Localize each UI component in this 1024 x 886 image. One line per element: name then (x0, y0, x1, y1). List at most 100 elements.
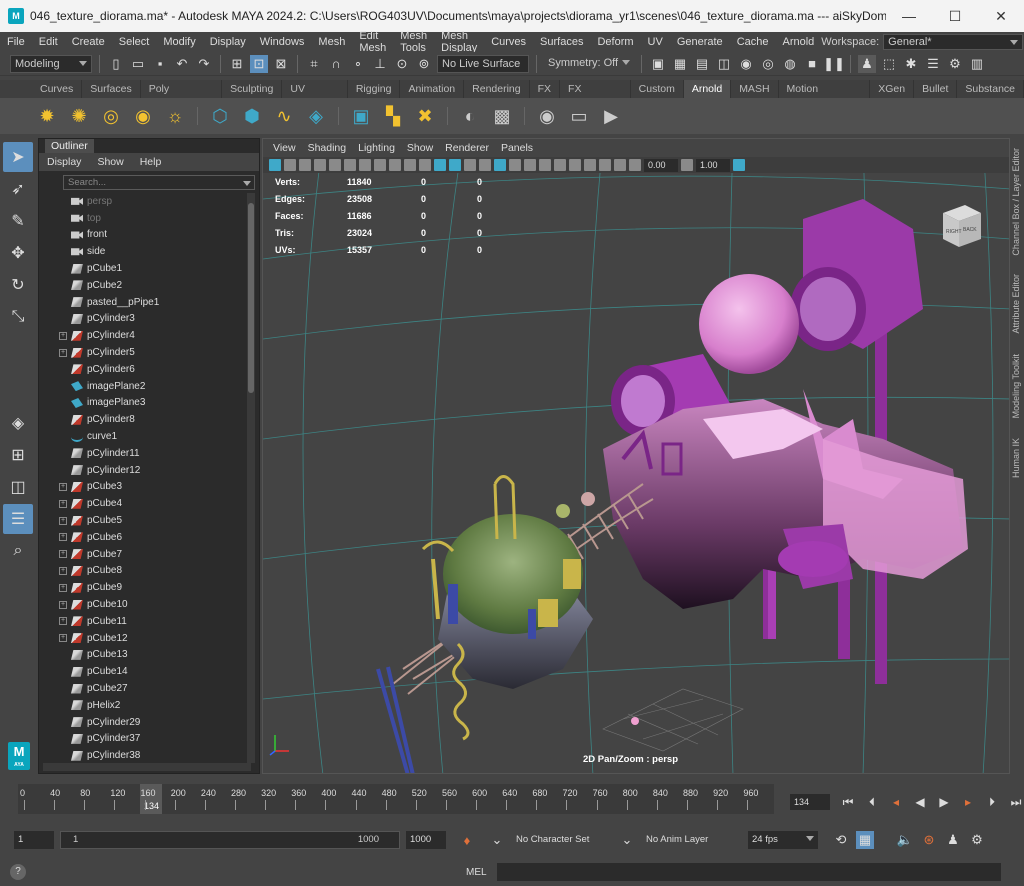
workspace-dropdown[interactable]: General* (883, 34, 1024, 50)
outliner-item[interactable]: + pCube3 (39, 479, 247, 496)
lasso-tool-icon[interactable]: ➶ (3, 174, 33, 204)
outliner-item[interactable]: pCube27 (39, 680, 247, 697)
expand-icon[interactable]: + (59, 550, 67, 559)
outliner-item[interactable]: pCylinder29 (39, 714, 247, 731)
mesh-light-icon[interactable]: ✺ (66, 103, 92, 129)
expand-icon[interactable]: + (59, 499, 67, 508)
xray-icon[interactable] (584, 159, 596, 171)
snap-grid-icon[interactable]: ⌗ (305, 55, 323, 73)
outliner-tab[interactable]: Outliner (45, 139, 94, 153)
outliner-item[interactable]: pCylinder8 (39, 411, 247, 428)
gamma-field[interactable]: 1.00 (696, 158, 730, 172)
shelf-tab-animation[interactable]: Animation (400, 80, 465, 98)
animation-start-field[interactable]: 1 (14, 831, 54, 849)
outliner-item[interactable]: + pCube11 (39, 613, 247, 630)
render-icon[interactable]: ▣ (348, 103, 374, 129)
go-to-start-icon[interactable]: ⏮ (838, 792, 858, 812)
select-camera-icon[interactable] (269, 159, 281, 171)
shelf-tab-sculpting[interactable]: Sculpting (222, 80, 283, 98)
shelf-tab-arnold[interactable]: Arnold (683, 80, 732, 98)
current-frame-field[interactable]: 134 (790, 794, 830, 810)
scale-tool-icon[interactable]: ⤡ (3, 302, 33, 332)
expand-icon[interactable]: + (59, 583, 67, 592)
wireframe-on-shaded-icon[interactable] (449, 159, 461, 171)
play-icon[interactable]: ▶ (598, 103, 624, 129)
menu-windows[interactable]: Windows (253, 36, 312, 48)
render-frame-icon[interactable]: ▣ (649, 55, 667, 73)
outliner-item[interactable]: pCylinder3 (39, 311, 247, 328)
snap-surface-icon[interactable]: ⊙ (393, 55, 411, 73)
help-icon[interactable]: ? (10, 864, 26, 880)
render-view-icon[interactable]: ▭ (566, 103, 592, 129)
modeling-toolkit-icon[interactable]: ⬚ (880, 55, 898, 73)
expand-icon[interactable]: + (59, 617, 67, 626)
color-management-icon[interactable] (733, 159, 745, 171)
viewport-menu-lighting[interactable]: Lighting (352, 142, 401, 154)
outliner-item[interactable]: pCube2 (39, 277, 247, 294)
step-forward-key-icon[interactable]: ⏵ (982, 792, 1002, 812)
outliner-item[interactable]: + pCylinder4 (39, 327, 247, 344)
outliner-item[interactable]: pCube14 (39, 663, 247, 680)
tool-settings-icon[interactable]: ⚙ (946, 55, 964, 73)
shelf-tab-motion-graphics[interactable]: Motion Graphics (779, 80, 871, 113)
outliner-item[interactable]: pCylinder37 (39, 731, 247, 748)
rotate-tool-icon[interactable]: ↻ (3, 270, 33, 300)
outliner-item[interactable]: + pCube7 (39, 546, 247, 563)
outliner-item[interactable]: persp (39, 193, 247, 210)
anim-layer-dropdown[interactable]: No Anim Layer (642, 831, 742, 849)
menu-cache[interactable]: Cache (730, 36, 776, 48)
animation-end-field[interactable]: 1000 (406, 831, 446, 849)
step-forward-frame-icon[interactable]: ▸ (958, 792, 978, 812)
human-ik-icon[interactable]: ✱ (902, 55, 920, 73)
shelf-tab-xgen[interactable]: XGen (870, 80, 915, 98)
hypershade-icon[interactable]: ◉ (737, 55, 755, 73)
shelf-tab-curves[interactable]: Curves (32, 80, 83, 98)
outliner-item[interactable]: + pCube9 (39, 579, 247, 596)
outliner-item[interactable]: top (39, 210, 247, 227)
expand-icon[interactable]: + (59, 600, 67, 609)
snap-point-icon[interactable]: ∘ (349, 55, 367, 73)
outliner-item[interactable]: pCylinder6 (39, 361, 247, 378)
undo-icon[interactable]: ↶ (173, 55, 191, 73)
outliner-menu-show[interactable]: Show (89, 156, 131, 168)
shelf-tab-custom[interactable]: Custom (631, 80, 684, 98)
volume-icon[interactable]: ⬢ (239, 103, 265, 129)
range-slider[interactable]: 1 1000 (60, 831, 400, 849)
menu-arnold[interactable]: Arnold (775, 36, 821, 48)
outliner-item[interactable]: + pCube6 (39, 529, 247, 546)
make-live-icon[interactable]: ⊚ (415, 55, 433, 73)
expand-icon[interactable]: + (59, 348, 67, 357)
maximize-button[interactable]: ☐ (932, 8, 978, 25)
user-account-icon[interactable]: ♟ (858, 54, 876, 73)
outliner-item[interactable]: pCylinder38 (39, 747, 247, 763)
menu-display[interactable]: Display (203, 36, 253, 48)
menu-set-dropdown[interactable]: Modeling (10, 54, 92, 73)
shelf-tab-fx[interactable]: FX (530, 80, 561, 98)
mel-command-input[interactable] (496, 863, 1001, 881)
character-set-dropdown[interactable]: No Character Set (512, 831, 612, 849)
single-perspective-layout-icon[interactable]: ◈ (3, 408, 33, 438)
character-set-icon[interactable]: ⌄ (488, 831, 506, 849)
cache-playback-icon[interactable]: ▦ (856, 831, 874, 849)
outliner-search-input[interactable]: Search... (63, 175, 255, 190)
area-light-icon[interactable]: ✹ (34, 103, 60, 129)
outliner-item[interactable]: pHelix2 (39, 697, 247, 714)
human-ik-tab[interactable]: Human IK (1011, 438, 1021, 478)
viewport-menu-show[interactable]: Show (401, 142, 439, 154)
scrollbar-thumb[interactable] (248, 203, 254, 393)
menu-mesh-display[interactable]: Mesh Display (434, 30, 484, 54)
stop-render-icon[interactable]: ■ (803, 55, 821, 73)
outliner-menu-help[interactable]: Help (132, 156, 170, 168)
render-sequence-icon[interactable]: ▦ (671, 55, 689, 73)
expand-icon[interactable]: + (59, 331, 67, 340)
wireframe-icon[interactable] (419, 159, 431, 171)
pause-icon[interactable]: ❚❚ (823, 55, 845, 73)
key-icon[interactable]: ⊛ (920, 831, 938, 849)
snap-curve-icon[interactable]: ∩ (327, 55, 345, 73)
expand-icon[interactable]: + (59, 516, 67, 525)
outliner-layout-icon[interactable]: ◫ (3, 472, 33, 502)
save-scene-icon[interactable]: ▪ (151, 55, 169, 73)
ipr-render-icon[interactable]: ▤ (693, 55, 711, 73)
exposure-field[interactable]: 0.00 (644, 158, 678, 172)
menu-mesh[interactable]: Mesh (311, 36, 352, 48)
